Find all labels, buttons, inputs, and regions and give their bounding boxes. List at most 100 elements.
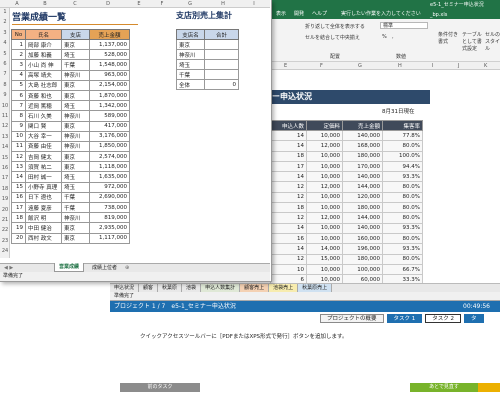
col-header[interactable]: D: [88, 0, 128, 8]
table-cell[interactable]: 80.0%: [382, 253, 423, 265]
table-cell[interactable]: 168,000: [342, 140, 383, 152]
table-cell[interactable]: 14: [270, 171, 307, 183]
table-cell[interactable]: 8: [11, 110, 26, 122]
table-cell[interactable]: 417,000: [89, 120, 130, 132]
number-format-select[interactable]: 標準: [380, 22, 428, 29]
table-cell[interactable]: 160,000: [342, 232, 383, 245]
table-cell[interactable]: 小山 尚 伸: [25, 59, 62, 71]
table-cell[interactable]: 小野寺 真理: [25, 181, 62, 193]
col-header[interactable]: A: [11, 0, 23, 8]
col-header[interactable]: H: [398, 62, 402, 70]
wrap-text-button[interactable]: 折り返して全体を表示する: [305, 23, 365, 30]
col-header[interactable]: I: [240, 0, 268, 8]
row-header[interactable]: 12: [0, 123, 10, 129]
table-cell[interactable]: 180,000: [342, 202, 383, 214]
table-cell[interactable]: 1,117,000: [89, 232, 130, 244]
cond-format-button[interactable]: 条件付き書式: [438, 31, 460, 45]
table-cell[interactable]: 80.0%: [382, 181, 423, 193]
table-cell[interactable]: 589,000: [89, 110, 130, 122]
table-cell[interactable]: 東京: [61, 79, 90, 91]
table-cell[interactable]: 80.0%: [382, 191, 423, 204]
table-cell[interactable]: 19: [11, 222, 26, 234]
table-cell[interactable]: 東京: [61, 232, 90, 244]
table-cell[interactable]: 斉藤 由佳: [25, 140, 62, 153]
table-cell[interactable]: 66.7%: [382, 263, 423, 276]
table-cell[interactable]: 14: [270, 243, 307, 255]
task-1-button[interactable]: タスク 1: [386, 314, 423, 323]
header-cell[interactable]: 支店名: [176, 29, 205, 40]
row-header[interactable]: 20: [0, 207, 10, 213]
table-cell[interactable]: 12,000: [306, 212, 343, 224]
merge-center-button[interactable]: セルを結合して中央揃え: [305, 34, 360, 41]
table-cell[interactable]: [204, 69, 239, 80]
table-cell[interactable]: 2,574,000: [89, 151, 130, 163]
sheet-tab[interactable]: 申込人数集計: [201, 284, 241, 292]
table-cell[interactable]: 2,935,000: [89, 222, 130, 234]
row-header[interactable]: 15: [0, 155, 10, 161]
table-cell[interactable]: 近岡 篤穂: [25, 100, 62, 112]
row-header[interactable]: 11: [0, 113, 10, 119]
table-cell[interactable]: 11: [11, 140, 26, 153]
table-cell[interactable]: 2: [11, 49, 26, 61]
col-header[interactable]: K: [484, 62, 487, 70]
table-cell[interactable]: 埼玉: [61, 171, 90, 183]
col-header[interactable]: F: [150, 0, 174, 8]
table-cell[interactable]: 80.0%: [382, 140, 423, 152]
table-cell[interactable]: 日下 遼也: [25, 191, 62, 204]
table-cell[interactable]: 3: [11, 59, 26, 71]
table-cell[interactable]: 12: [270, 253, 307, 265]
table-cell[interactable]: 819,000: [89, 212, 130, 224]
table-cell[interactable]: 高塚 靖夫: [25, 69, 62, 81]
row-header[interactable]: 23: [0, 238, 10, 244]
table-cell[interactable]: 3,176,000: [89, 130, 130, 142]
table-cell[interactable]: 80.0%: [382, 202, 423, 214]
sheet-tab[interactable]: 顧客売上: [240, 284, 270, 292]
task-3-button[interactable]: タ: [464, 314, 484, 323]
table-cell[interactable]: 93.3%: [382, 243, 423, 255]
table-cell[interactable]: 14: [270, 222, 307, 234]
table-cell[interactable]: 6: [11, 89, 26, 102]
table-cell[interactable]: 180,000: [342, 150, 383, 162]
row-header[interactable]: 16: [0, 165, 10, 171]
table-cell[interactable]: 東京: [61, 161, 90, 173]
sheet-tab[interactable]: 成績上位者: [88, 264, 121, 272]
table-cell[interactable]: 千葉: [61, 191, 90, 204]
table-cell[interactable]: 196,000: [342, 243, 383, 255]
sheet-nav-arrows[interactable]: ◀ ▶: [4, 264, 13, 272]
sheet-tab[interactable]: 秋葉原売上: [298, 284, 333, 292]
table-cell[interactable]: 東京: [176, 39, 205, 50]
table-cell[interactable]: 10,000: [306, 191, 343, 204]
row-header[interactable]: 10: [0, 103, 10, 109]
header-cell[interactable]: 売上金額: [342, 120, 383, 131]
table-cell[interactable]: 1,635,000: [89, 171, 130, 183]
sheet-tab-active[interactable]: 営業成績: [54, 263, 85, 272]
table-cell[interactable]: 738,000: [89, 201, 130, 214]
table-cell[interactable]: 12: [270, 191, 307, 204]
table-cell[interactable]: 埼玉: [61, 181, 90, 193]
table-cell[interactable]: 遠藤 夏彦: [25, 201, 62, 214]
table-cell[interactable]: 吉岡 健太: [25, 151, 62, 163]
table-cell[interactable]: 10,000: [306, 263, 343, 276]
tab-help[interactable]: ヘルプ: [312, 10, 327, 19]
col-header[interactable]: E: [284, 62, 287, 70]
table-cell[interactable]: 10,000: [306, 171, 343, 183]
cell-styles-button[interactable]: セルのスタイル: [485, 31, 500, 52]
table-cell[interactable]: 2,154,000: [89, 79, 130, 91]
header-cell[interactable]: 申込人数: [270, 120, 307, 131]
table-cell[interactable]: 東京: [61, 38, 90, 51]
table-format-button[interactable]: テーブルとして書式設定: [462, 31, 486, 52]
row-header[interactable]: 3: [0, 30, 10, 36]
col-header[interactable]: C: [62, 0, 88, 8]
tell-me-box[interactable]: 実行したい作業を入力してください: [341, 10, 421, 19]
table-cell[interactable]: 田村 誠一: [25, 171, 62, 183]
col-header[interactable]: G: [358, 62, 362, 70]
sheet-tab[interactable]: 池袋: [182, 284, 202, 292]
table-cell[interactable]: 須賀 祐二: [25, 161, 62, 173]
table-cell[interactable]: 10: [11, 130, 26, 142]
table-cell[interactable]: 1,342,000: [89, 100, 130, 112]
row-header[interactable]: 8: [0, 82, 10, 88]
table-cell[interactable]: 東京: [61, 89, 90, 102]
table-cell[interactable]: 17: [11, 201, 26, 214]
col-header[interactable]: J: [458, 62, 459, 70]
table-cell[interactable]: 100.0%: [382, 150, 423, 162]
